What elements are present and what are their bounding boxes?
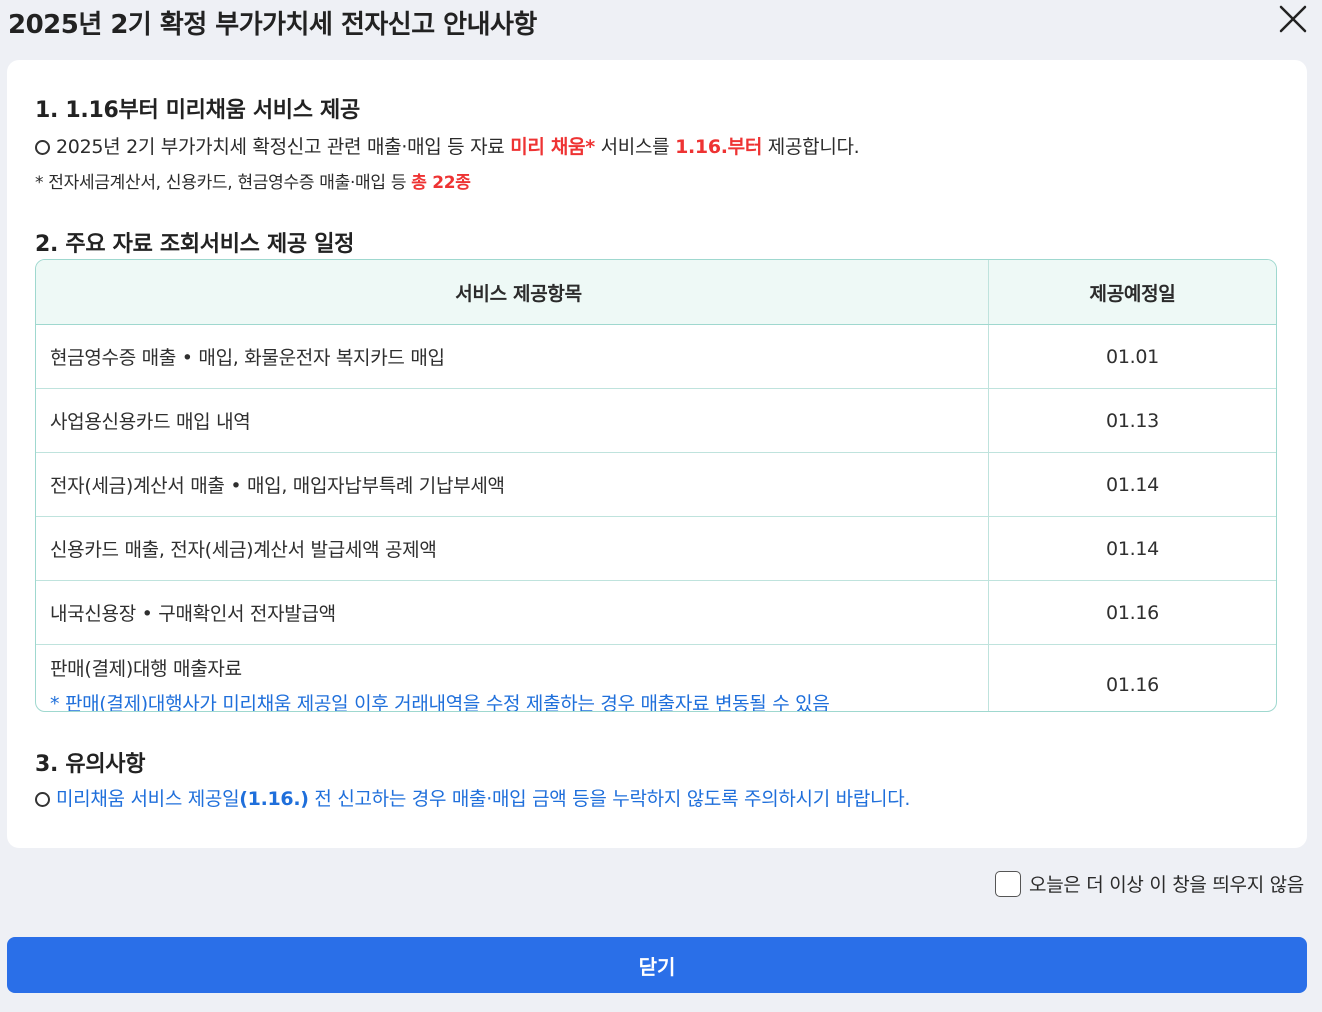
table-row: 신용카드 매출, 전자(세금)계산서 발급세액 공제액 01.14	[36, 516, 1276, 581]
dialog-title: 2025년 2기 확정 부가가치세 전자신고 안내사항	[8, 10, 537, 40]
row-item: 전자(세금)계산서 매출 • 매입, 매입자납부특례 기납부세액	[36, 452, 989, 517]
row-date: 01.14	[988, 516, 1276, 581]
dialog-header: 2025년 2기 확정 부가가치세 전자신고 안내사항	[0, 0, 1322, 52]
count-highlight: 총 22종	[411, 173, 471, 193]
section3-title: 3. 유의사항	[35, 752, 146, 777]
prefill-highlight: 미리 채움*	[510, 136, 595, 158]
dont-show-checkbox[interactable]	[995, 870, 1022, 897]
dont-show-label[interactable]: 오늘은 더 이상 이 창을 띄우지 않음	[1029, 870, 1304, 897]
schedule-table: 서비스 제공항목 제공예정일 현금영수증 매출 • 매입, 화물운전자 복지카드…	[35, 259, 1277, 712]
row-date: 01.16	[988, 644, 1276, 711]
section2-title: 2. 주요 자료 조회서비스 제공 일정	[35, 232, 355, 257]
header-date: 제공예정일	[988, 260, 1276, 325]
row-date: 01.14	[988, 452, 1276, 517]
section1-note: * 전자세금계산서, 신용카드, 현금영수증 매출·매입 등 총 22종	[35, 173, 471, 193]
row-item: 판매(결제)대행 매출자료 * 판매(결제)대행사가 미리채움 제공일 이후 거…	[36, 644, 989, 712]
row-note: * 판매(결제)대행사가 미리채움 제공일 이후 거래내역을 수정 제출하는 경…	[50, 693, 830, 712]
dont-show-today-option[interactable]: 오늘은 더 이상 이 창을 띄우지 않음	[995, 870, 1304, 897]
circle-bullet-icon	[35, 792, 50, 807]
header-service-item: 서비스 제공항목	[36, 260, 989, 325]
date-highlight: 1.16.부터	[675, 136, 763, 158]
close-icon[interactable]	[1276, 2, 1310, 36]
circle-bullet-icon	[35, 140, 50, 155]
table-row: 내국신용장 • 구매확인서 전자발급액 01.16	[36, 580, 1276, 645]
row-date: 01.01	[1106, 345, 1159, 368]
section1-line: 2025년 2기 부가가치세 확정신고 관련 매출·매입 등 자료 미리 채움*…	[35, 132, 860, 159]
table-row: 현금영수증 매출 • 매입, 화물운전자 복지카드 매입 01.01	[36, 324, 1276, 389]
row-item: 신용카드 매출, 전자(세금)계산서 발급세액 공제액	[36, 516, 989, 581]
section3-line: 미리채움 서비스 제공일(1.16.) 전 신고하는 경우 매출·매입 금액 등…	[35, 784, 910, 811]
row-item: 현금영수증 매출 • 매입, 화물운전자 복지카드 매입	[36, 324, 989, 389]
row-date: 01.16	[988, 580, 1276, 645]
row-item: 사업용신용카드 매입 내역	[36, 388, 989, 453]
table-row: 전자(세금)계산서 매출 • 매입, 매입자납부특례 기납부세액 01.14	[36, 452, 1276, 517]
content-card: 1. 1.16부터 미리채움 서비스 제공 2025년 2기 부가가치세 확정신…	[7, 60, 1307, 848]
row-item: 내국신용장 • 구매확인서 전자발급액	[36, 580, 989, 645]
table-row: 판매(결제)대행 매출자료 * 판매(결제)대행사가 미리채움 제공일 이후 거…	[36, 644, 1276, 712]
section1-title: 1. 1.16부터 미리채움 서비스 제공	[35, 98, 360, 123]
close-button[interactable]: 닫기	[7, 937, 1307, 993]
table-row: 사업용신용카드 매입 내역 01.13	[36, 388, 1276, 453]
row-date: 01.13	[988, 388, 1276, 453]
